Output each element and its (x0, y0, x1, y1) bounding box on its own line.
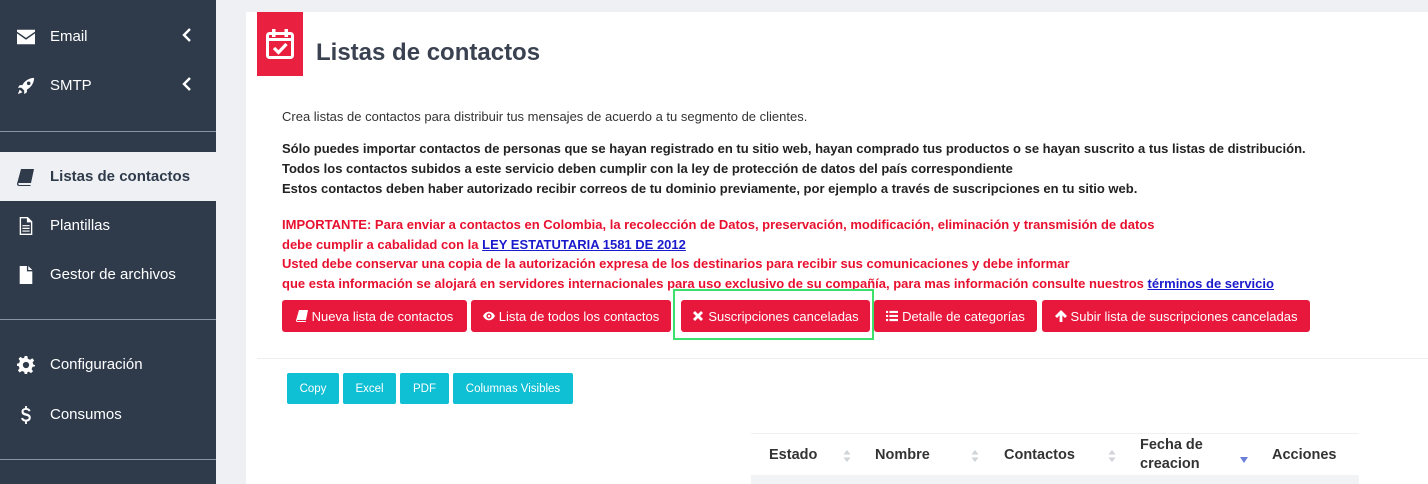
important-text: debe cumplir a cabalidad con la (282, 236, 483, 252)
selection-highlight (673, 289, 874, 340)
pdf-button[interactable]: PDF (400, 373, 449, 404)
sidebar-item-gestor-de-archivos[interactable]: Gestor de archivos (0, 250, 216, 299)
column-header-fecha-line1: Fecha de (1140, 437, 1203, 453)
terms-link[interactable]: términos de servicio (1148, 276, 1274, 291)
table-body (751, 475, 1359, 484)
file-text-icon (16, 216, 36, 236)
sidebar-item-plantillas[interactable]: Plantillas (0, 201, 216, 250)
sidebar-item-label: Configuración (50, 356, 143, 373)
important-line: Usted debe conservar una copia de la aut… (282, 256, 1070, 271)
category-detail-label: Detalle de categorías (902, 308, 1025, 324)
sidebar-item-email[interactable]: Email (0, 12, 216, 61)
copy-button[interactable]: Copy (287, 373, 339, 404)
book-icon (295, 310, 308, 322)
all-contacts-button[interactable]: Lista de todos los contactos (471, 300, 671, 332)
chevron-left-icon (182, 28, 192, 42)
sidebar-item-listas-de-contactos[interactable]: Listas de contactos (0, 152, 216, 201)
sidebar-item-consumos[interactable]: Consumos (0, 390, 216, 439)
arrow-up-icon (1054, 310, 1067, 322)
important-line: debe cumplir a cabalidad con la LEY ESTA… (282, 235, 1274, 255)
dollar-icon (16, 405, 36, 425)
category-detail-button[interactable]: Detalle de categorías (874, 300, 1037, 332)
sidebar-divider (0, 459, 216, 460)
gear-icon (16, 355, 36, 375)
sidebar-item-label: Listas de contactos (50, 168, 191, 185)
column-header-estado[interactable]: Estado (769, 434, 817, 476)
sidebar-item-label: SMTP (50, 77, 92, 94)
eye-icon (482, 311, 495, 321)
all-contacts-label: Lista de todos los contactos (498, 308, 660, 324)
sidebar-item-label: Gestor de archivos (50, 266, 176, 283)
sidebar-item-label: Consumos (50, 406, 122, 423)
sidebar: Email SMTP Listas de contactos Plantilla… (0, 0, 216, 484)
page-description: Crea listas de contactos para distribuir… (282, 109, 808, 124)
sidebar-item-configuracion[interactable]: Configuración (0, 340, 216, 389)
column-header-fecha-line2: creacion (1140, 456, 1200, 472)
important-notice: IMPORTANTE: Para enviar a contactos en C… (282, 215, 1274, 293)
rule-line: Estos contactos deben haber autorizado r… (282, 181, 1138, 196)
column-header-fecha[interactable]: Fecha de creacion (1140, 434, 1203, 476)
import-rules: Sólo puedes importar contactos de person… (282, 139, 1306, 199)
list-icon (886, 310, 899, 322)
sidebar-item-smtp[interactable]: SMTP (0, 61, 216, 110)
visible-columns-button[interactable]: Columnas Visibles (453, 373, 573, 404)
upload-cancelled-label: Subir lista de suscripciones canceladas (1070, 308, 1298, 324)
envelope-icon (16, 27, 36, 47)
important-line: IMPORTANTE: Para enviar a contactos en C… (282, 217, 1155, 232)
sidebar-divider (0, 319, 216, 320)
sort-icon (843, 449, 851, 463)
chevron-left-icon (182, 77, 192, 91)
sort-icon (1108, 449, 1116, 463)
sidebar-item-label: Plantillas (50, 217, 111, 234)
new-list-button[interactable]: Nueva lista de contactos (282, 300, 467, 332)
calendar-check-icon (257, 12, 303, 76)
file-icon (16, 265, 36, 285)
rule-line: Todos los contactos subidos a este servi… (282, 161, 1013, 176)
sidebar-divider (0, 131, 216, 132)
main-card: Listas de contactos Crea listas de conta… (246, 12, 1428, 484)
sort-desc-icon (1240, 452, 1248, 466)
column-header-contactos[interactable]: Contactos (1004, 434, 1075, 476)
new-list-label: Nueva lista de contactos (311, 308, 454, 324)
sidebar-item-label: Email (50, 28, 88, 45)
law-link[interactable]: LEY ESTATUTARIA 1581 DE 2012 (482, 237, 686, 252)
section-divider (257, 358, 1428, 359)
excel-button[interactable]: Excel (343, 373, 396, 404)
rocket-icon (16, 76, 36, 96)
sort-icon (971, 449, 979, 463)
column-header-nombre[interactable]: Nombre (875, 434, 930, 476)
upload-cancelled-button[interactable]: Subir lista de suscripciones canceladas (1042, 300, 1310, 332)
rule-line: Sólo puedes importar contactos de person… (282, 141, 1306, 156)
book-icon (16, 167, 36, 187)
page-title: Listas de contactos (316, 39, 541, 66)
column-header-acciones: Acciones (1272, 447, 1337, 463)
